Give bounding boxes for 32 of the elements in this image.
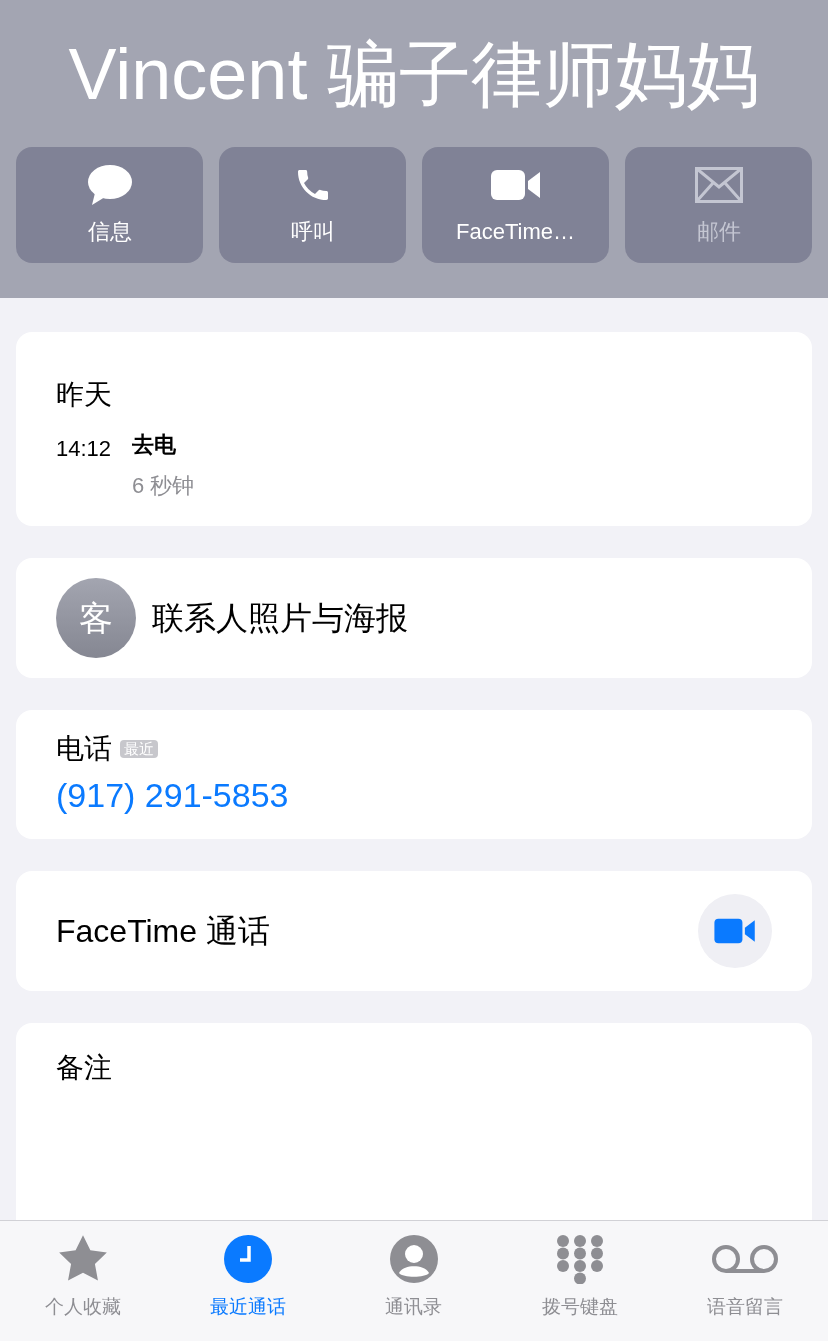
day-heading: 昨天 bbox=[56, 378, 113, 412]
phone-label: 电话 bbox=[56, 732, 112, 766]
call-time: 14:12 bbox=[56, 435, 112, 463]
clock-icon bbox=[224, 1235, 273, 1283]
tab-item[interactable]: 个人收藏 bbox=[0, 1233, 166, 1341]
action-button[interactable]: 呼叫 bbox=[219, 147, 406, 263]
recent-tag: 最近 bbox=[120, 739, 158, 759]
video-camera-icon bbox=[714, 917, 756, 945]
tab-item[interactable]: 拨号键盘 bbox=[496, 1233, 663, 1341]
action-button[interactable]: 信息 bbox=[16, 147, 203, 263]
phone-card[interactable]: 电话 最近 (917) 291-5853 bbox=[16, 710, 812, 839]
phone-number[interactable]: (917) 291-5853 bbox=[56, 770, 772, 821]
speech-bubble-icon bbox=[86, 162, 133, 207]
action-button[interactable]: FaceTime… bbox=[422, 147, 609, 263]
notes-card[interactable]: 备注 bbox=[16, 1023, 812, 1220]
contact-photo-row[interactable]: 客 联系人照片与海报 bbox=[16, 558, 812, 678]
person-circle-icon bbox=[390, 1235, 438, 1283]
envelope-icon bbox=[694, 166, 743, 203]
contact-photo-label: 联系人照片与海报 bbox=[152, 599, 408, 638]
voicemail-icon bbox=[711, 1244, 780, 1274]
call-type: 去电 bbox=[132, 431, 177, 459]
facetime-row[interactable]: FaceTime 通话 bbox=[16, 871, 812, 991]
tab-item[interactable]: 最近通话 bbox=[165, 1233, 332, 1341]
tab-item[interactable]: 语音留言 bbox=[662, 1233, 828, 1341]
call-duration: 6 秒钟 bbox=[132, 472, 195, 500]
keypad-icon bbox=[554, 1234, 605, 1284]
avatar: 客 bbox=[56, 578, 136, 658]
tab-item[interactable]: 通讯录 bbox=[331, 1233, 497, 1341]
facetime-label: FaceTime 通话 bbox=[56, 912, 270, 951]
contact-name: Vincent 骗子律师妈妈 bbox=[68, 37, 760, 110]
notes-label: 备注 bbox=[56, 1052, 112, 1083]
video-camera-icon bbox=[490, 167, 541, 202]
